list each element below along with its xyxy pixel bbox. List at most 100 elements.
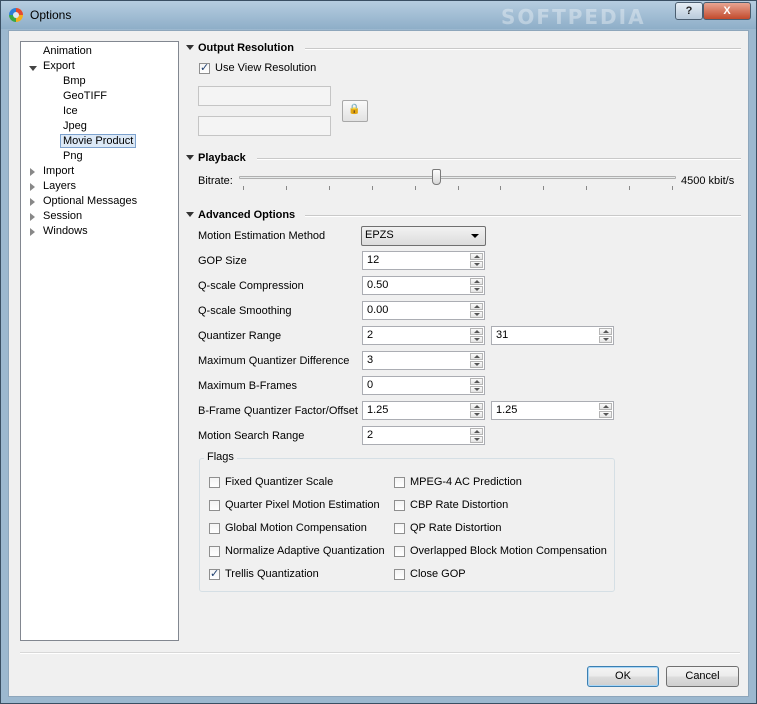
spin-up-icon[interactable] [599, 403, 612, 410]
spin-down-icon[interactable] [470, 336, 483, 343]
bottom-separator [20, 652, 740, 654]
width-input[interactable] [198, 86, 331, 106]
collapsed-arrow-icon[interactable] [30, 228, 35, 236]
bframe-factor-label: B-Frame Quantizer Factor/Offset [198, 405, 358, 417]
bframe-factor-value: 1.25 [367, 404, 389, 416]
spin-up-icon[interactable] [470, 378, 483, 385]
tree-item-windows[interactable]: Windows [43, 224, 88, 239]
help-button[interactable]: ? [675, 2, 703, 20]
close-gop-checkbox[interactable] [394, 569, 405, 580]
collapsed-arrow-icon[interactable] [30, 183, 35, 191]
bitrate-slider-track[interactable] [239, 176, 676, 179]
motion-estimation-combo[interactable]: EPZS [361, 226, 486, 246]
fixed-quantizer-scale-label: Fixed Quantizer Scale [225, 476, 334, 488]
collapsed-arrow-icon[interactable] [30, 198, 35, 206]
ok-button[interactable]: OK [587, 666, 659, 687]
tree-item-ice[interactable]: Ice [63, 104, 78, 119]
spin-down-icon[interactable] [470, 411, 483, 418]
quarter-pixel-checkbox[interactable] [209, 500, 220, 511]
qp-rate-distortion-label: QP Rate Distortion [410, 522, 502, 534]
chevron-down-icon [471, 234, 479, 238]
slider-tick [457, 186, 459, 190]
spin-down-icon[interactable] [470, 261, 483, 268]
cbp-rate-distortion-label: CBP Rate Distortion [410, 499, 509, 511]
tree-item-label: Bmp [63, 75, 86, 87]
tree-item-jpeg[interactable]: Jpeg [63, 119, 87, 134]
output-resolution-title: Output Resolution [198, 42, 294, 54]
tree-item-png[interactable]: Png [63, 149, 83, 164]
title-bar[interactable]: Options SOFTPEDIA ? X [1, 1, 756, 29]
qscale-smoothing-spinbox[interactable]: 0.00 [362, 301, 485, 320]
trellis-quantization-checkbox[interactable] [209, 567, 220, 580]
dialog-client-area: Animation Export Bmp GeoTIFF Ice Jpeg Mo… [8, 30, 749, 697]
max-quantizer-diff-spinbox[interactable]: 3 [362, 351, 485, 370]
quantizer-range-max-spinbox[interactable]: 31 [491, 326, 614, 345]
section-collapse-icon[interactable] [186, 45, 194, 50]
tree-item-geotiff[interactable]: GeoTIFF [63, 89, 107, 104]
motion-search-range-value: 2 [367, 429, 374, 441]
spin-up-icon[interactable] [470, 328, 483, 335]
qp-rate-distortion-checkbox[interactable] [394, 523, 405, 534]
tree-item-session[interactable]: Session [43, 209, 82, 224]
qscale-compression-spinbox[interactable]: 0.50 [362, 276, 485, 295]
quantizer-range-min-spinbox[interactable]: 2 [362, 326, 485, 345]
tree-item-layers[interactable]: Layers [43, 179, 76, 194]
max-bframes-spinbox[interactable]: 0 [362, 376, 485, 395]
spin-up-icon[interactable] [599, 328, 612, 335]
gop-size-spinbox[interactable]: 12 [362, 251, 485, 270]
tree-item-animation[interactable]: Animation [43, 44, 92, 59]
tree-item-export[interactable]: Export [43, 59, 75, 74]
spin-up-icon[interactable] [470, 303, 483, 310]
category-tree[interactable]: Animation Export Bmp GeoTIFF Ice Jpeg Mo… [20, 41, 179, 641]
cancel-button[interactable]: Cancel [666, 666, 739, 687]
height-input[interactable] [198, 116, 331, 136]
normalize-adaptive-checkbox[interactable] [209, 546, 220, 557]
spin-down-icon[interactable] [470, 436, 483, 443]
spin-up-icon[interactable] [470, 353, 483, 360]
qscale-smoothing-value: 0.00 [367, 304, 389, 316]
tree-item-movie-product[interactable]: Movie Product [60, 134, 137, 149]
lock-aspect-button[interactable]: 🔒 [342, 100, 368, 122]
tree-item-optional-messages[interactable]: Optional Messages [43, 194, 137, 209]
tree-item-bmp[interactable]: Bmp [63, 74, 86, 89]
spin-down-icon[interactable] [599, 411, 612, 418]
max-quantizer-diff-value: 3 [367, 354, 374, 366]
slider-tick [414, 186, 416, 190]
spin-up-icon[interactable] [470, 428, 483, 435]
mpeg4-ac-prediction-checkbox[interactable] [394, 477, 405, 488]
quantizer-range-label: Quantizer Range [198, 330, 282, 342]
spin-down-icon[interactable] [599, 336, 612, 343]
use-view-resolution-checkbox[interactable] [199, 61, 210, 74]
collapsed-arrow-icon[interactable] [30, 213, 35, 221]
bframe-offset-spinbox[interactable]: 1.25 [491, 401, 614, 420]
playback-title: Playback [198, 152, 246, 164]
fixed-quantizer-scale-checkbox[interactable] [209, 477, 220, 488]
collapsed-arrow-icon[interactable] [30, 168, 35, 176]
bitrate-slider-thumb[interactable] [431, 169, 441, 185]
close-button[interactable]: X [703, 2, 751, 20]
gop-size-value: 12 [367, 254, 380, 266]
spin-up-icon[interactable] [470, 403, 483, 410]
cbp-rate-distortion-checkbox[interactable] [394, 500, 405, 511]
tree-item-import[interactable]: Import [43, 164, 74, 179]
spin-down-icon[interactable] [470, 286, 483, 293]
bframe-factor-spinbox[interactable]: 1.25 [362, 401, 485, 420]
gop-size-label: GOP Size [198, 255, 247, 267]
spin-up-icon[interactable] [470, 278, 483, 285]
section-collapse-icon[interactable] [186, 212, 194, 217]
motion-search-range-spinbox[interactable]: 2 [362, 426, 485, 445]
spin-up-icon[interactable] [470, 253, 483, 260]
qscale-compression-label: Q-scale Compression [198, 280, 304, 292]
overlapped-block-checkbox[interactable] [394, 546, 405, 557]
section-collapse-icon[interactable] [186, 155, 194, 160]
expanded-arrow-icon[interactable] [29, 66, 37, 71]
tree-item-label: Ice [63, 105, 78, 117]
global-motion-checkbox[interactable] [209, 523, 220, 534]
quantizer-range-min-value: 2 [367, 329, 374, 341]
overlapped-block-label: Overlapped Block Motion Compensation [410, 545, 607, 557]
spin-down-icon[interactable] [470, 361, 483, 368]
spin-down-icon[interactable] [470, 311, 483, 318]
spin-down-icon[interactable] [470, 386, 483, 393]
watermark: SOFTPEDIA [501, 5, 646, 29]
quarter-pixel-label: Quarter Pixel Motion Estimation [225, 499, 380, 511]
